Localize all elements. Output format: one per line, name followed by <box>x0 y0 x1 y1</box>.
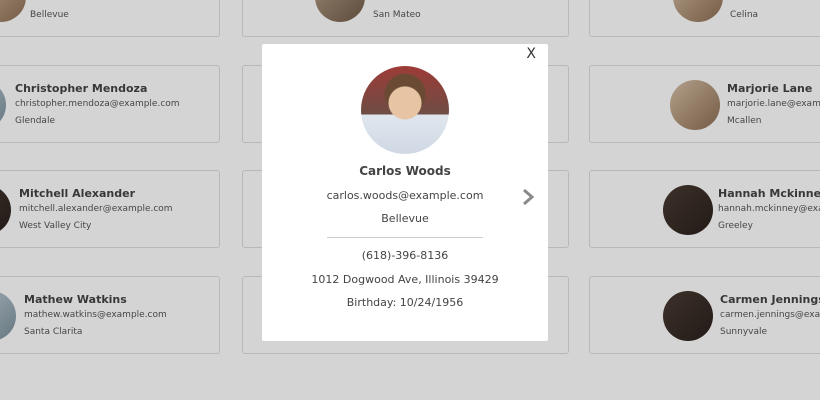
modal-birthday: Birthday: 10/24/1956 <box>346 296 464 309</box>
profile-photo <box>361 66 449 154</box>
modal-city: Bellevue <box>381 212 429 225</box>
modal-email: carlos.woods@example.com <box>326 189 484 202</box>
employee-detail-modal: X Carlos Woods carlos.woods@example.com … <box>262 44 548 341</box>
modal-address: 1012 Dogwood Ave, Illinois 39429 <box>311 273 499 286</box>
divider <box>327 237 483 238</box>
close-button[interactable]: X <box>526 46 536 62</box>
modal-name: Carlos Woods <box>359 164 451 178</box>
modal-phone: (618)-396-8136 <box>361 249 449 262</box>
chevron-right-icon[interactable] <box>521 187 537 207</box>
